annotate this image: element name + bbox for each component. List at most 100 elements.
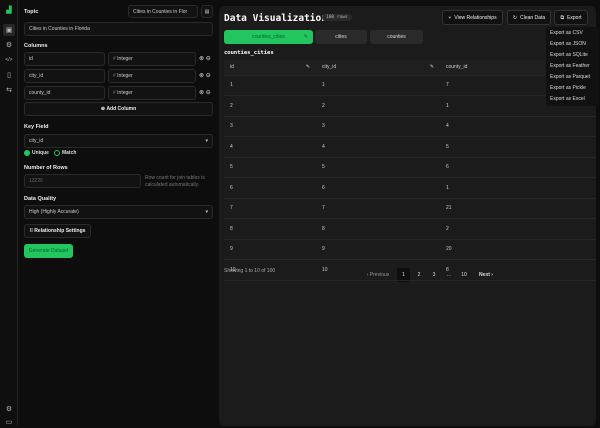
- table-cell-id: 9: [224, 239, 316, 260]
- table-cell-county-id: 2: [440, 218, 596, 240]
- add-column-label: Add Column: [106, 106, 137, 112]
- table-cell-id: 4: [224, 136, 316, 158]
- header-label: id: [230, 64, 234, 71]
- topic-label: Topic: [24, 9, 39, 15]
- tab-counties[interactable]: counties: [370, 30, 423, 44]
- table-cell-id: 8: [224, 218, 316, 240]
- column-type-select[interactable]: # Integer: [108, 86, 196, 100]
- table-title: counties_cities: [224, 50, 274, 56]
- export-pickle[interactable]: Export as Pickle: [546, 83, 599, 94]
- column-name-input[interactable]: id: [24, 52, 105, 66]
- rows-input[interactable]: 13226: [24, 174, 141, 188]
- topic-input[interactable]: Cities in Counties in Florida: [24, 22, 213, 36]
- table-row[interactable]: 7 7 21: [224, 198, 596, 219]
- tab-counties-cities[interactable]: counties_cities ✎: [224, 30, 313, 44]
- table-row[interactable]: 334: [224, 116, 596, 137]
- column-actions-icon[interactable]: ⊗ ⊖: [199, 72, 211, 79]
- code-icon[interactable]: </>: [3, 54, 15, 66]
- pencil-icon[interactable]: ✎: [306, 64, 310, 70]
- radio-match[interactable]: [53, 150, 60, 156]
- column-name-input[interactable]: county_id: [24, 86, 105, 100]
- export-json[interactable]: Export as JSON: [546, 39, 599, 50]
- quality-label: Data Quality: [24, 196, 57, 202]
- clean-data-label: Clean Data: [520, 14, 546, 21]
- table-row[interactable]: 445: [224, 136, 596, 158]
- generate-dataset-button[interactable]: Generate Dataset: [24, 244, 73, 258]
- column-actions-icon[interactable]: ⊗ ⊖: [199, 89, 211, 96]
- key-field-select[interactable]: city_id ▾: [24, 134, 213, 148]
- table-cell-city-id: 4: [316, 136, 440, 158]
- topic-input-value: Cities in Counties in Florida: [29, 26, 90, 32]
- column-name-input[interactable]: city_id: [24, 69, 105, 83]
- table-cell-id: 1: [224, 75, 316, 96]
- view-relationships-button[interactable]: ⑂ View Relationships: [442, 10, 503, 25]
- clean-data-button[interactable]: ↻ Clean Data: [507, 10, 551, 25]
- table-row[interactable]: 882: [224, 218, 596, 240]
- radio-unique[interactable]: [24, 150, 30, 156]
- panel-icon[interactable]: ▭: [3, 416, 15, 428]
- header-id[interactable]: id ✎: [224, 60, 316, 76]
- export-parquet[interactable]: Export as Parquet: [546, 72, 599, 83]
- logo-icon[interactable]: ▟: [3, 4, 15, 16]
- tab-label: cities: [335, 34, 347, 40]
- columns-label: Columns: [24, 43, 48, 49]
- book-icon[interactable]: ▯: [3, 69, 15, 81]
- table-cell-city-id: 6: [316, 177, 440, 199]
- export-menu: Export as CSV Export as JSON Export as S…: [546, 27, 599, 106]
- table-row[interactable]: 221: [224, 95, 596, 117]
- header-label: city_id: [322, 64, 337, 71]
- pencil-icon[interactable]: ✎: [304, 34, 308, 40]
- table-row[interactable]: 556: [224, 157, 596, 178]
- column-type: Integer: [117, 73, 133, 79]
- column-actions-icon[interactable]: ⊗ ⊖: [199, 55, 211, 62]
- page-title: Data Visualization: [224, 13, 327, 24]
- table-row[interactable]: 661: [224, 177, 596, 199]
- column-type-select[interactable]: # Integer: [108, 69, 196, 83]
- export-feather[interactable]: Export as Feather: [546, 61, 599, 72]
- topic-select[interactable]: Cities in Counties in Flor: [128, 5, 198, 18]
- table-cell-id: 6: [224, 177, 316, 199]
- save-icon[interactable]: ▤: [201, 5, 213, 18]
- table-row[interactable]: 9 9 20: [224, 239, 596, 260]
- table-cell-city-id: 5: [316, 157, 440, 178]
- export-button[interactable]: ⧉ Export: [554, 10, 588, 25]
- export-excel[interactable]: Export as Excel: [546, 94, 599, 105]
- table-cell-county-id: 4: [440, 116, 596, 137]
- table-row[interactable]: 10 10 8: [224, 259, 596, 281]
- table-cell-county-id: 21: [440, 198, 596, 219]
- column-name: county_id: [29, 90, 51, 96]
- radio-match-label: Match: [61, 150, 77, 156]
- relationship-settings-label: Relationship Settings: [34, 228, 86, 234]
- view-relationships-label: View Relationships: [454, 14, 497, 21]
- table-cell-county-id: 1: [440, 177, 596, 199]
- robot-icon[interactable]: ⚙: [3, 39, 15, 51]
- header-city-id[interactable]: city_id ✎: [316, 60, 440, 76]
- export-sqlite[interactable]: Export as SQLite: [546, 50, 599, 61]
- table-cell-county-id: 6: [440, 157, 596, 178]
- header-label: county_id: [446, 64, 468, 71]
- add-column-button[interactable]: ⊕ Add Column: [24, 102, 213, 116]
- table-cell-city-id: 9: [316, 239, 440, 260]
- export-csv[interactable]: Export as CSV: [546, 28, 599, 39]
- data-table: id ✎ city_id ✎ county_id 11722133444555666…: [224, 60, 596, 281]
- table-cell-id: 10: [224, 259, 316, 281]
- topic-select-value: Cities in Counties in Flor: [133, 8, 188, 15]
- sliders-icon[interactable]: ⇆: [3, 84, 15, 96]
- tab-cities[interactable]: cities: [315, 30, 367, 44]
- quality-select[interactable]: High (Highly Accurate) ▾: [24, 205, 213, 219]
- quality-value: High (Highly Accurate): [29, 209, 79, 215]
- export-label: Export: [567, 14, 582, 21]
- column-type-select[interactable]: # Integer: [108, 52, 196, 66]
- key-field-label: Key Field: [24, 124, 49, 130]
- table-cell-city-id: 8: [316, 218, 440, 240]
- rows-placeholder: 13226: [29, 178, 43, 184]
- column-type: Integer: [117, 56, 133, 62]
- pencil-icon[interactable]: ✎: [430, 64, 434, 70]
- table-cell-city-id: 7: [316, 198, 440, 219]
- terminal-icon[interactable]: ▣: [3, 24, 15, 36]
- relationship-settings-button[interactable]: ⁞⁞ Relationship Settings: [24, 224, 91, 238]
- table-row[interactable]: 117: [224, 75, 596, 96]
- export-icon: ⧉: [560, 14, 565, 21]
- gear-icon[interactable]: ⚙: [3, 403, 15, 415]
- rows-badge: 100 rows: [322, 14, 352, 21]
